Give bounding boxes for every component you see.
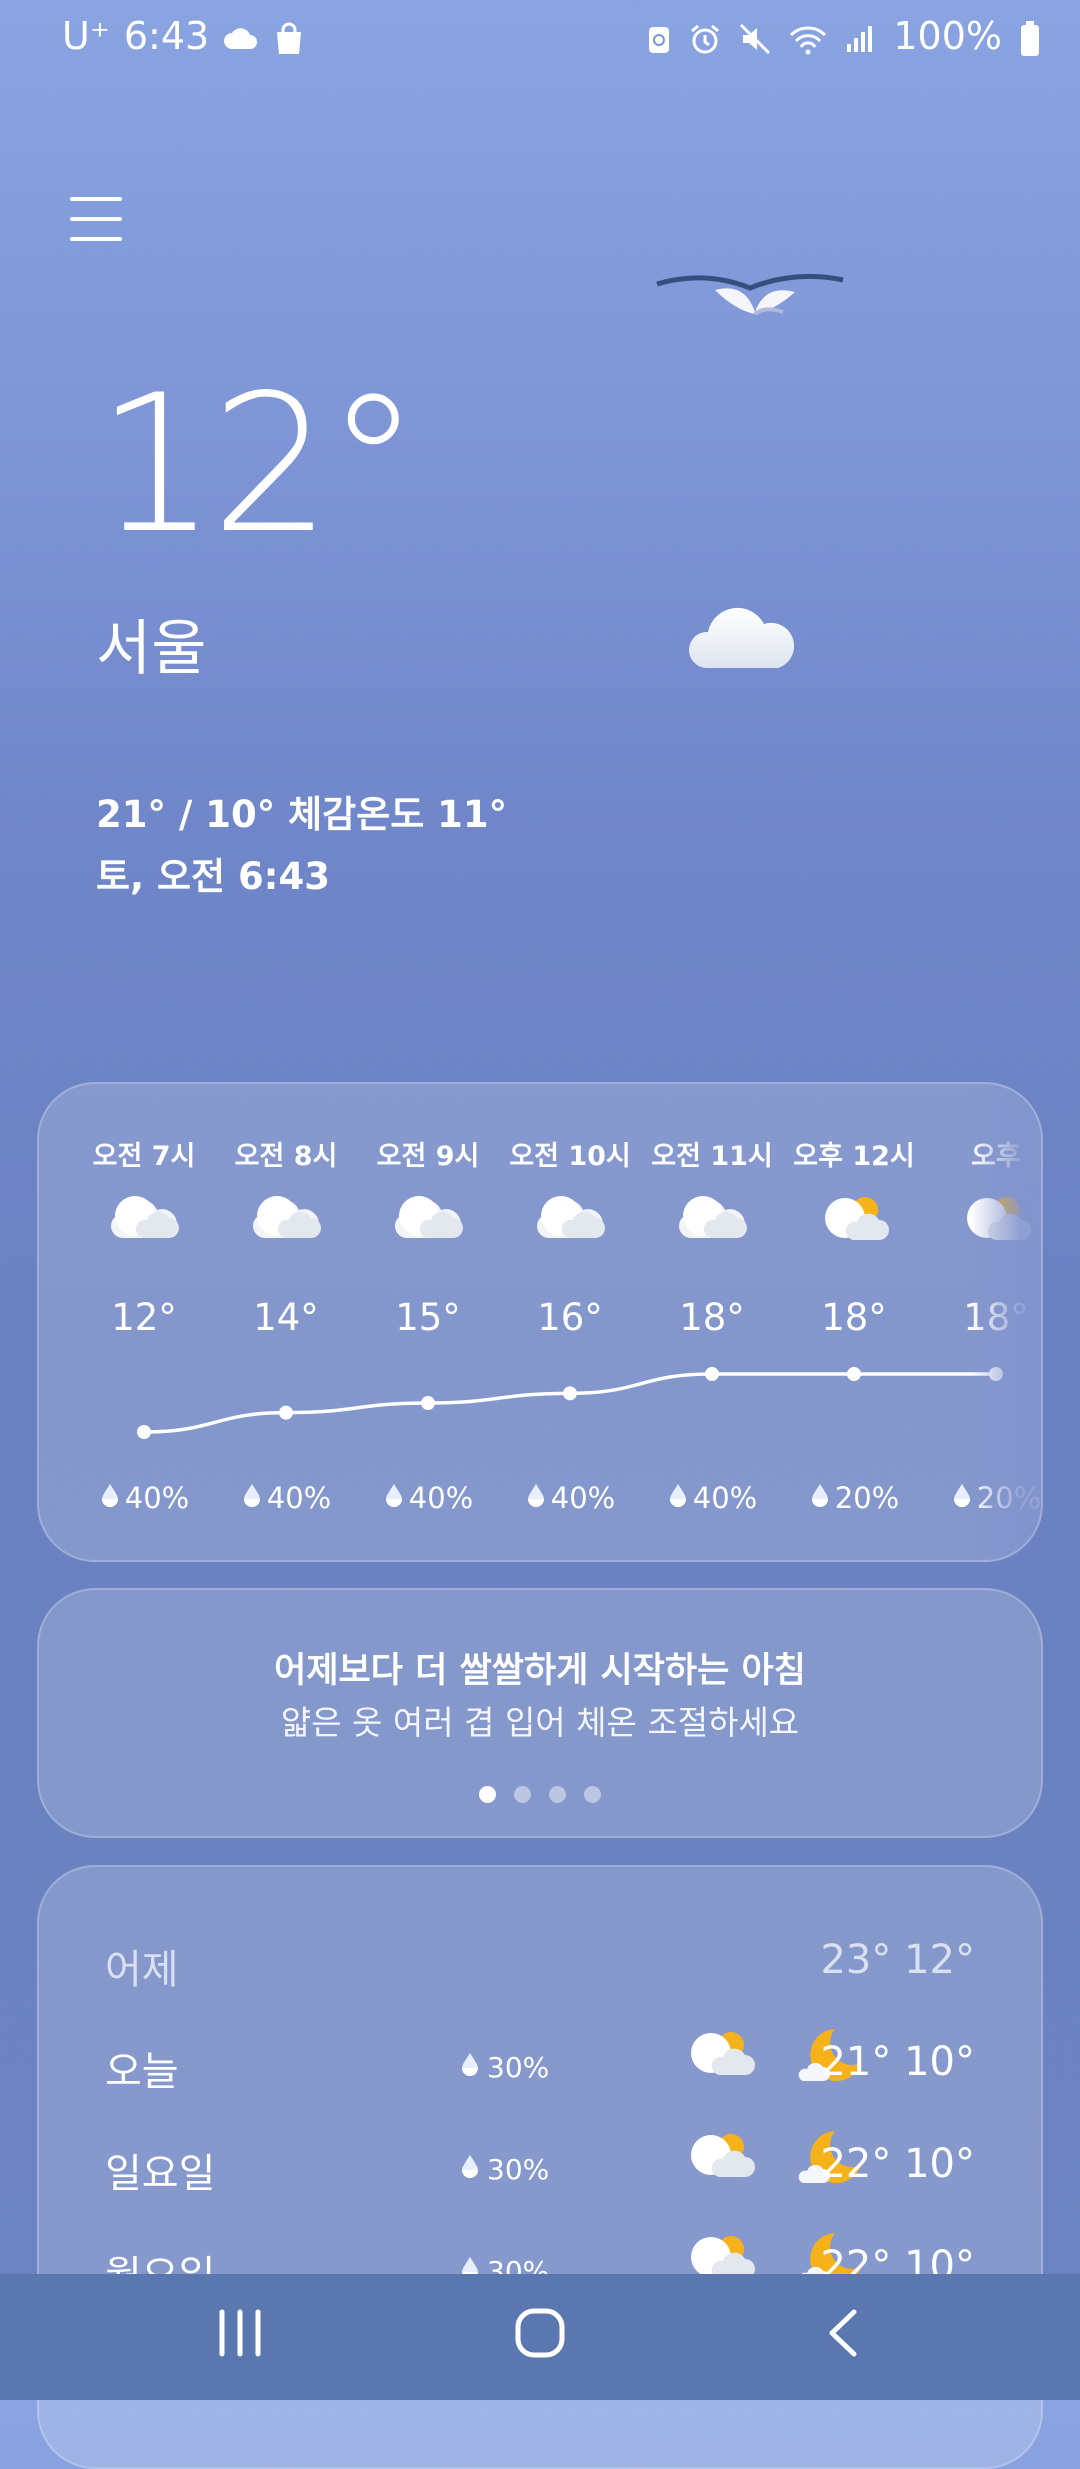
current-details: 21° / 10° 체감온도 11° 토, 오전 6:43	[96, 784, 507, 908]
rain-chance: 40%	[215, 1481, 357, 1515]
rain-chance: 40%	[641, 1481, 783, 1515]
partly-sunny-icon	[819, 1194, 889, 1246]
trend-point	[421, 1396, 435, 1410]
cloud-icon	[393, 1194, 463, 1246]
hour-label: 오전 8시	[234, 1141, 338, 1172]
page-dot[interactable]	[584, 1786, 601, 1803]
trend-point	[137, 1425, 151, 1439]
rain-chance: 40%	[73, 1481, 215, 1515]
hour-label: 오전 7시	[92, 1141, 196, 1172]
cloud-icon	[251, 1194, 321, 1246]
cloud-icon	[109, 1194, 179, 1246]
cloud-icon	[223, 14, 259, 58]
rain-chance: 40%	[499, 1481, 641, 1515]
rain-percent: 30%	[487, 2051, 550, 2084]
rain-percent: 40%	[408, 1481, 474, 1515]
status-bar: U⁺ 6:43 100%	[0, 0, 1080, 80]
hour-temp: 15°	[395, 1296, 461, 1339]
recent-apps-icon[interactable]	[218, 2308, 262, 2362]
status-time: 6:43	[123, 14, 210, 58]
rain-chance: 30%	[459, 2051, 549, 2084]
hour-label: 오전 11시	[651, 1141, 773, 1172]
daily-row[interactable]: 일요일 30% 22° 10°	[105, 2127, 975, 2207]
raindrop-icon	[951, 1481, 973, 1515]
daily-row[interactable]: 오늘 30% 21° 10°	[105, 2025, 975, 2105]
hilo-temp: 22° 10°	[820, 2141, 975, 2187]
hour-label: 오전 10시	[509, 1141, 631, 1172]
menu-icon[interactable]	[70, 196, 122, 242]
rain-percent: 40%	[124, 1481, 190, 1515]
cloud-icon	[686, 596, 800, 676]
hourly-forecast-card[interactable]: 오전 7시 12° 40% 오전 8시 14° 40% 오전 9시 15° 40% 오전 10시 1…	[37, 1082, 1043, 1562]
page-dot[interactable]	[479, 1786, 496, 1803]
carrier-label: U⁺	[62, 14, 110, 58]
raindrop-icon	[667, 1481, 689, 1515]
rain-percent: 40%	[550, 1481, 616, 1515]
scroll-fade	[971, 1084, 1041, 1560]
hour-temp: 18°	[821, 1296, 887, 1339]
battery-icon	[1020, 14, 1040, 58]
alarm-icon	[689, 14, 721, 58]
signal-icon	[845, 14, 875, 58]
hour-label: 오전 9시	[376, 1141, 480, 1172]
current-temperature: 12°	[96, 354, 421, 575]
raindrop-icon	[459, 2051, 481, 2084]
city-name[interactable]: 서울	[96, 600, 206, 687]
wifi-icon	[789, 14, 827, 58]
rain-chance: 30%	[459, 2153, 549, 2186]
raindrop-icon	[241, 1481, 263, 1515]
raindrop-icon	[459, 2153, 481, 2186]
hilo-temp: 21° 10°	[820, 2039, 975, 2085]
weather-tip-card[interactable]: 어제보다 더 쌀쌀하게 시작하는 아침 얇은 옷 여러 겹 입어 체온 조절하세…	[37, 1588, 1043, 1838]
rain-chance: 40%	[357, 1481, 499, 1515]
hour-temp: 16°	[537, 1296, 603, 1339]
hilo-temp: 23° 12°	[820, 1937, 975, 1983]
recycle-icon	[647, 14, 671, 58]
trend-point	[279, 1405, 293, 1420]
trend-point	[705, 1367, 719, 1381]
trend-point	[563, 1386, 577, 1401]
page-dot[interactable]	[549, 1786, 566, 1803]
hour-temp: 14°	[253, 1296, 319, 1339]
cloud-icon	[535, 1194, 605, 1246]
raindrop-icon	[809, 1481, 831, 1515]
hour-label: 오후 12시	[793, 1141, 915, 1172]
hilo-feels-text: 21° / 10° 체감온도 11°	[96, 793, 508, 836]
day-label: 어제	[105, 1947, 179, 1993]
raindrop-icon	[383, 1481, 405, 1515]
mute-icon	[739, 14, 771, 58]
trend-line	[143, 1372, 996, 1434]
rain-chance: 20%	[783, 1481, 925, 1515]
daily-row-yesterday: 어제 23° 12°	[105, 1923, 975, 2003]
page-dot[interactable]	[514, 1786, 531, 1803]
page-indicator	[39, 1786, 1041, 1803]
navigation-bar	[0, 2274, 1080, 2400]
rain-percent: 40%	[266, 1481, 332, 1515]
cloud-icon	[677, 1194, 747, 1246]
bird-illustration	[655, 270, 845, 324]
back-icon[interactable]	[826, 2308, 860, 2362]
partly-sunny-icon	[685, 2131, 755, 2189]
rain-percent: 40%	[692, 1481, 758, 1515]
trend-point	[847, 1367, 861, 1381]
hour-temp: 18°	[679, 1296, 745, 1339]
day-label: 일요일	[105, 2151, 216, 2197]
raindrop-icon	[99, 1481, 121, 1515]
tip-subtitle: 얇은 옷 여러 겹 입어 체온 조절하세요	[280, 1703, 800, 1742]
home-icon[interactable]	[515, 2308, 565, 2362]
shopping-bag-icon	[273, 14, 305, 58]
rain-percent: 30%	[487, 2153, 550, 2186]
hour-temp: 12°	[111, 1296, 177, 1339]
raindrop-icon	[525, 1481, 547, 1515]
datetime-text: 토, 오전 6:43	[96, 855, 330, 898]
battery-text: 100%	[893, 14, 1002, 58]
partly-sunny-icon	[685, 2029, 755, 2087]
tip-title: 어제보다 더 쌀쌀하게 시작하는 아침	[274, 1651, 806, 1691]
day-label: 오늘	[105, 2049, 179, 2095]
rain-percent: 20%	[834, 1481, 900, 1515]
